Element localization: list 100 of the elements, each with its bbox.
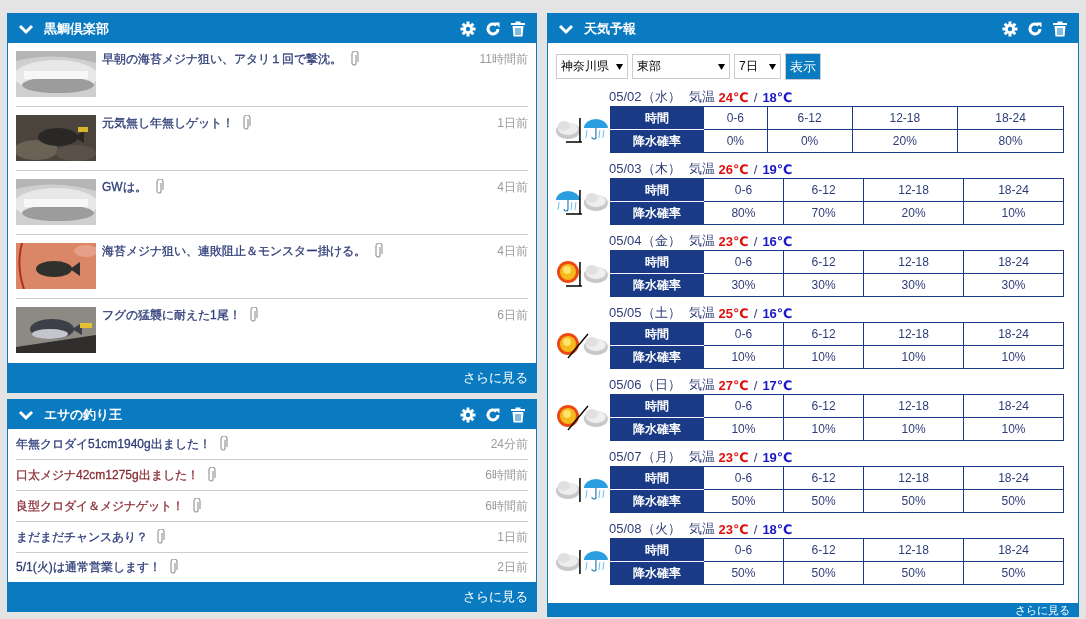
temperature-label: 気温 [688, 376, 715, 394]
refresh-icon[interactable] [1027, 20, 1043, 37]
forecast-date: 05/06（日） [609, 376, 681, 394]
time-range-cell: 12-18 [863, 250, 964, 274]
rain-chance-header-cell: 降水確率 [610, 417, 704, 441]
temperature-label: 気温 [688, 520, 715, 538]
post-link[interactable]: まだまだチャンスあり？ [16, 528, 148, 546]
temperature-label: 気温 [688, 304, 715, 322]
time-range-cell: 0-6 [703, 250, 784, 274]
rain-chance-cell: 30% [703, 273, 784, 297]
post-time: 2日前 [497, 559, 528, 576]
time-range-cell: 6-12 [767, 106, 852, 130]
post-link[interactable]: 元気無し年無しゲット！ [102, 115, 234, 132]
delete-icon[interactable] [510, 406, 526, 423]
rain-chance-header-cell: 降水確率 [610, 273, 704, 297]
weather-icon [556, 475, 608, 504]
settings-icon[interactable] [1002, 20, 1018, 37]
high-temperature: 26℃ [718, 161, 749, 177]
delete-icon[interactable] [1052, 20, 1068, 37]
rain-chance-cell: 70% [783, 201, 864, 225]
time-header-cell: 時間 [610, 466, 704, 490]
post-time: 4日前 [497, 179, 528, 196]
post-link[interactable]: フグの猛襲に耐えた1尾！ [102, 307, 241, 324]
rain-chance-cell: 10% [863, 417, 964, 441]
post-time: 1日前 [497, 115, 528, 132]
paperclip-icon [168, 559, 179, 576]
temperature-label: 気温 [688, 160, 715, 178]
time-header-cell: 時間 [610, 178, 704, 202]
post-link[interactable]: GWは。 [102, 179, 147, 196]
time-range-cell: 0-6 [703, 322, 784, 346]
forecast-date: 05/05（土） [609, 304, 681, 322]
weather-icon [556, 259, 608, 288]
dropdown[interactable]: 7日 [734, 54, 781, 79]
more-link[interactable]: さらに見る [1015, 603, 1070, 617]
time-range-cell: 12-18 [863, 178, 964, 202]
paperclip-icon [156, 528, 166, 546]
post-link[interactable]: 5/1(火)は通常営業します！ [16, 559, 161, 576]
low-temperature: 16℃ [762, 233, 793, 249]
settings-icon[interactable] [460, 20, 476, 37]
time-range-cell: 12-18 [863, 538, 964, 562]
time-range-cell: 6-12 [783, 250, 864, 274]
rain-chance-cell: 20% [863, 201, 964, 225]
low-temperature: 16℃ [762, 305, 793, 321]
post-time: 6時間前 [485, 497, 528, 515]
time-range-cell: 18-24 [963, 466, 1064, 490]
show-button[interactable]: 表示 [785, 53, 821, 80]
rain-chance-header-cell: 降水確率 [610, 489, 704, 513]
more-link[interactable]: さらに見る [463, 368, 528, 387]
forecast-date: 05/04（金） [609, 232, 681, 250]
rain-chance-cell: 50% [963, 489, 1064, 513]
refresh-icon[interactable] [485, 20, 501, 37]
refresh-icon[interactable] [485, 406, 501, 423]
settings-icon[interactable] [460, 406, 476, 423]
rain-chance-cell: 30% [963, 273, 1064, 297]
rain-chance-cell: 20% [852, 129, 958, 153]
delete-icon[interactable] [510, 20, 526, 37]
rain-chance-cell: 50% [863, 561, 964, 585]
post-time: 11時間前 [479, 51, 528, 68]
low-temperature: 18℃ [762, 89, 793, 105]
time-range-cell: 6-12 [783, 538, 864, 562]
post-time: 6時間前 [485, 466, 528, 484]
time-range-cell: 12-18 [863, 466, 964, 490]
high-temperature: 23℃ [718, 449, 749, 465]
rain-chance-cell: 10% [963, 345, 1064, 369]
rain-chance-header-cell: 降水確率 [610, 129, 704, 153]
post-link[interactable]: 口太メジナ42cm1275g出ました！ [16, 466, 199, 484]
post-link[interactable]: 早朝の海苔メジナ狙い、アタリ１回で撃沈。 [102, 51, 342, 68]
time-range-cell: 18-24 [963, 538, 1064, 562]
rain-chance-cell: 50% [703, 561, 784, 585]
temperature-separator: / [753, 521, 758, 537]
post-time: 6日前 [497, 307, 528, 324]
rain-chance-cell: 10% [703, 345, 784, 369]
rain-chance-cell: 10% [783, 345, 864, 369]
post-time: 1日前 [497, 528, 528, 546]
rain-chance-cell: 80% [957, 129, 1064, 153]
post-time: 24分前 [490, 435, 528, 453]
time-range-cell: 0-6 [703, 538, 784, 562]
dropdown[interactable]: 神奈川県 [556, 54, 628, 79]
post-link[interactable]: 良型クロダイ＆メジナゲット！ [16, 497, 184, 515]
rain-chance-cell: 10% [863, 345, 964, 369]
time-header-cell: 時間 [610, 322, 704, 346]
rain-chance-cell: 10% [783, 417, 864, 441]
post-link[interactable]: 海苔メジナ狙い、連敗阻止＆モンスター掛ける。 [102, 243, 366, 260]
temperature-separator: / [753, 377, 758, 393]
rain-chance-header-cell: 降水確率 [610, 201, 704, 225]
rain-chance-cell: 30% [863, 273, 964, 297]
weather-icon [556, 403, 608, 432]
time-range-cell: 12-18 [863, 322, 964, 346]
time-range-cell: 18-24 [963, 322, 1064, 346]
post-link[interactable]: 年無クロダイ51cm1940g出ました！ [16, 435, 211, 453]
rain-chance-cell: 50% [963, 561, 1064, 585]
time-range-cell: 0-6 [703, 394, 784, 418]
more-link[interactable]: さらに見る [463, 587, 528, 606]
paperclip-icon [242, 115, 252, 132]
post-time: 4日前 [497, 243, 528, 260]
dropdown[interactable]: 東部 [632, 54, 730, 79]
time-range-cell: 18-24 [963, 178, 1064, 202]
high-temperature: 27℃ [718, 377, 749, 393]
temperature-label: 気温 [688, 448, 715, 466]
rain-chance-cell: 10% [703, 417, 784, 441]
